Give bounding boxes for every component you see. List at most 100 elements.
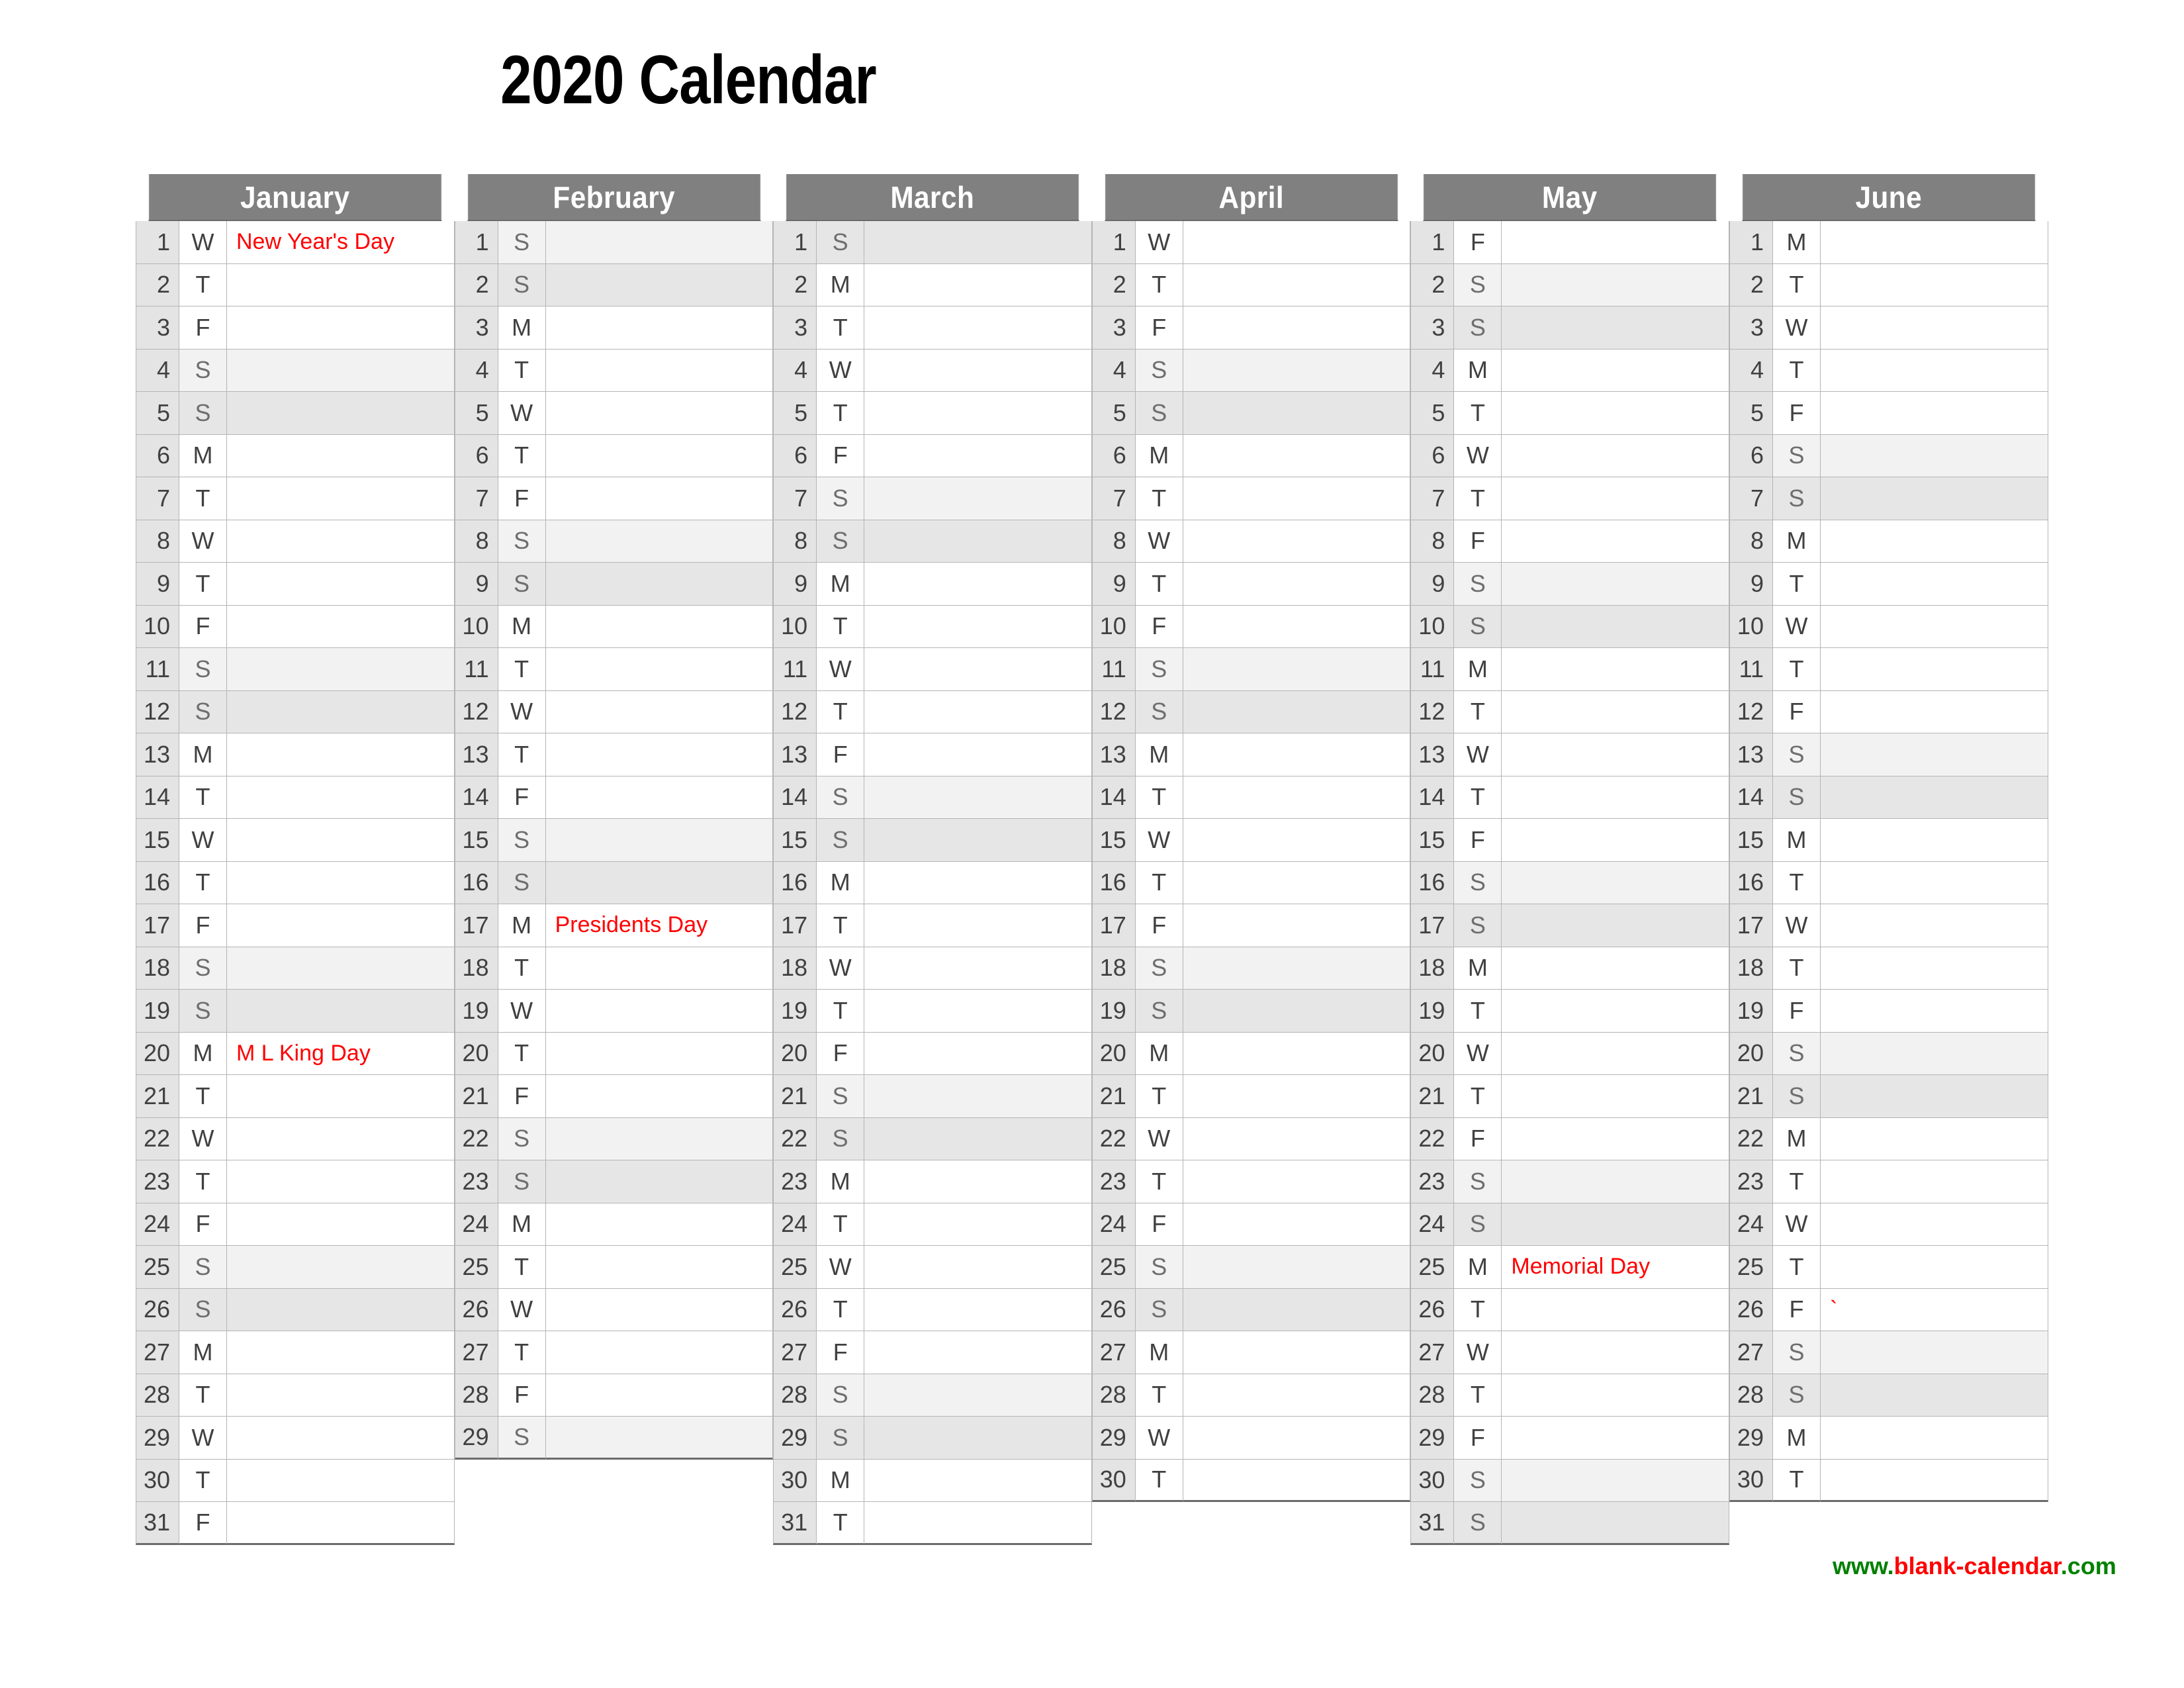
day-row[interactable]: 19 S xyxy=(1091,990,1411,1033)
day-row[interactable]: 10 F xyxy=(1091,605,1411,648)
note-cell[interactable] xyxy=(1502,1203,1729,1246)
day-row[interactable]: 7F xyxy=(454,477,774,520)
note-cell[interactable] xyxy=(1820,477,2048,520)
day-row[interactable]: 4T xyxy=(454,349,774,392)
day-row[interactable]: 29 S xyxy=(454,1417,774,1460)
day-row[interactable]: 28 T xyxy=(136,1374,455,1417)
note-cell[interactable] xyxy=(545,1203,774,1246)
note-cell[interactable] xyxy=(1183,1203,1411,1246)
day-row[interactable]: 10 F xyxy=(136,605,455,648)
note-cell[interactable] xyxy=(1502,221,1729,264)
note-cell[interactable] xyxy=(545,1246,774,1289)
day-row[interactable]: 22 W xyxy=(1091,1117,1411,1160)
day-row[interactable]: 26 W xyxy=(454,1288,774,1331)
day-row[interactable]: 3F xyxy=(136,306,455,350)
note-cell[interactable] xyxy=(1183,819,1411,862)
note-cell[interactable] xyxy=(1820,349,2048,392)
note-cell[interactable] xyxy=(227,605,455,648)
note-cell[interactable] xyxy=(864,1246,1092,1289)
note-cell[interactable] xyxy=(227,434,455,477)
note-cell[interactable] xyxy=(1820,1374,2048,1417)
day-row[interactable]: 18 T xyxy=(1729,947,2048,990)
day-row[interactable]: 26 F ` xyxy=(1729,1288,2048,1331)
note-cell[interactable] xyxy=(1820,690,2048,733)
note-cell[interactable] xyxy=(1820,990,2048,1033)
day-row[interactable]: 12 S xyxy=(1091,690,1411,733)
day-row[interactable]: 31 S xyxy=(1410,1502,1729,1545)
note-cell[interactable] xyxy=(227,263,455,306)
holiday-label[interactable]: Presidents Day xyxy=(545,904,774,947)
note-cell[interactable] xyxy=(1820,648,2048,691)
note-cell[interactable] xyxy=(1183,520,1411,563)
day-row[interactable]: 1W xyxy=(1091,221,1411,264)
day-row[interactable]: 17 F xyxy=(136,904,455,947)
day-row[interactable]: 7T xyxy=(1410,477,1729,520)
day-row[interactable]: 22 F xyxy=(1410,1117,1729,1160)
note-cell[interactable] xyxy=(545,776,774,819)
note-cell[interactable] xyxy=(1502,947,1729,990)
note-cell[interactable] xyxy=(227,819,455,862)
note-cell[interactable] xyxy=(1183,990,1411,1033)
note-cell[interactable] xyxy=(864,990,1092,1033)
day-row[interactable]: 29 W xyxy=(136,1417,455,1460)
note-cell[interactable] xyxy=(1183,1374,1411,1417)
note-cell[interactable] xyxy=(1502,1075,1729,1118)
note-cell[interactable] xyxy=(545,690,774,733)
holiday-label[interactable]: New Year's Day xyxy=(227,221,455,264)
holiday-label[interactable]: ` xyxy=(1820,1288,2048,1331)
note-cell[interactable] xyxy=(864,1203,1092,1246)
note-cell[interactable] xyxy=(1183,1160,1411,1203)
day-row[interactable]: 15 W xyxy=(1091,819,1411,862)
day-row[interactable]: 8M xyxy=(1729,520,2048,563)
day-row[interactable]: 18 S xyxy=(1091,947,1411,990)
note-cell[interactable] xyxy=(1502,1459,1729,1502)
note-cell[interactable] xyxy=(1183,861,1411,904)
note-cell[interactable] xyxy=(864,733,1092,776)
day-row[interactable]: 1 W New Year's Day xyxy=(136,221,455,264)
note-cell[interactable] xyxy=(545,477,774,520)
day-row[interactable]: 2T xyxy=(1091,263,1411,306)
day-row[interactable]: 17 F xyxy=(1091,904,1411,947)
day-row[interactable]: 9S xyxy=(1410,563,1729,606)
note-cell[interactable] xyxy=(545,648,774,691)
day-row[interactable]: 31 F xyxy=(136,1502,455,1545)
day-row[interactable]: 5S xyxy=(136,392,455,435)
note-cell[interactable] xyxy=(227,1203,455,1246)
day-row[interactable]: 11 S xyxy=(136,648,455,691)
day-row[interactable]: 22 W xyxy=(136,1117,455,1160)
day-row[interactable]: 13 T xyxy=(454,733,774,776)
day-row[interactable]: 25 S xyxy=(1091,1246,1411,1289)
day-row[interactable]: 13 M xyxy=(136,733,455,776)
day-row[interactable]: 29 S xyxy=(773,1417,1092,1460)
day-row[interactable]: 3W xyxy=(1729,306,2048,350)
day-row[interactable]: 21 T xyxy=(1091,1075,1411,1118)
day-row[interactable]: 2S xyxy=(1410,263,1729,306)
day-row[interactable]: 1M xyxy=(1729,221,2048,264)
day-row[interactable]: 8W xyxy=(1091,520,1411,563)
note-cell[interactable] xyxy=(227,563,455,606)
day-row[interactable]: 31 T xyxy=(773,1502,1092,1545)
day-row[interactable]: 17 W xyxy=(1729,904,2048,947)
day-row[interactable]: 9M xyxy=(773,563,1092,606)
note-cell[interactable] xyxy=(864,1288,1092,1331)
day-row[interactable]: 6M xyxy=(1091,434,1411,477)
day-row[interactable]: 30 T xyxy=(1729,1459,2048,1502)
day-row[interactable]: 21 S xyxy=(1729,1075,2048,1118)
note-cell[interactable] xyxy=(1183,904,1411,947)
note-cell[interactable] xyxy=(227,776,455,819)
note-cell[interactable] xyxy=(545,861,774,904)
day-row[interactable]: 23 S xyxy=(1410,1160,1729,1203)
day-row[interactable]: 28 S xyxy=(773,1374,1092,1417)
day-row[interactable]: 19 T xyxy=(773,990,1092,1033)
note-cell[interactable] xyxy=(1820,434,2048,477)
day-row[interactable]: 25 S xyxy=(136,1246,455,1289)
day-row[interactable]: 18 M xyxy=(1410,947,1729,990)
day-row[interactable]: 6S xyxy=(1729,434,2048,477)
day-row[interactable]: 19 W xyxy=(454,990,774,1033)
note-cell[interactable] xyxy=(1183,1331,1411,1374)
day-row[interactable]: 6T xyxy=(454,434,774,477)
note-cell[interactable] xyxy=(1183,1117,1411,1160)
note-cell[interactable] xyxy=(1502,1032,1729,1075)
day-row[interactable]: 9T xyxy=(1091,563,1411,606)
note-cell[interactable] xyxy=(1502,990,1729,1033)
